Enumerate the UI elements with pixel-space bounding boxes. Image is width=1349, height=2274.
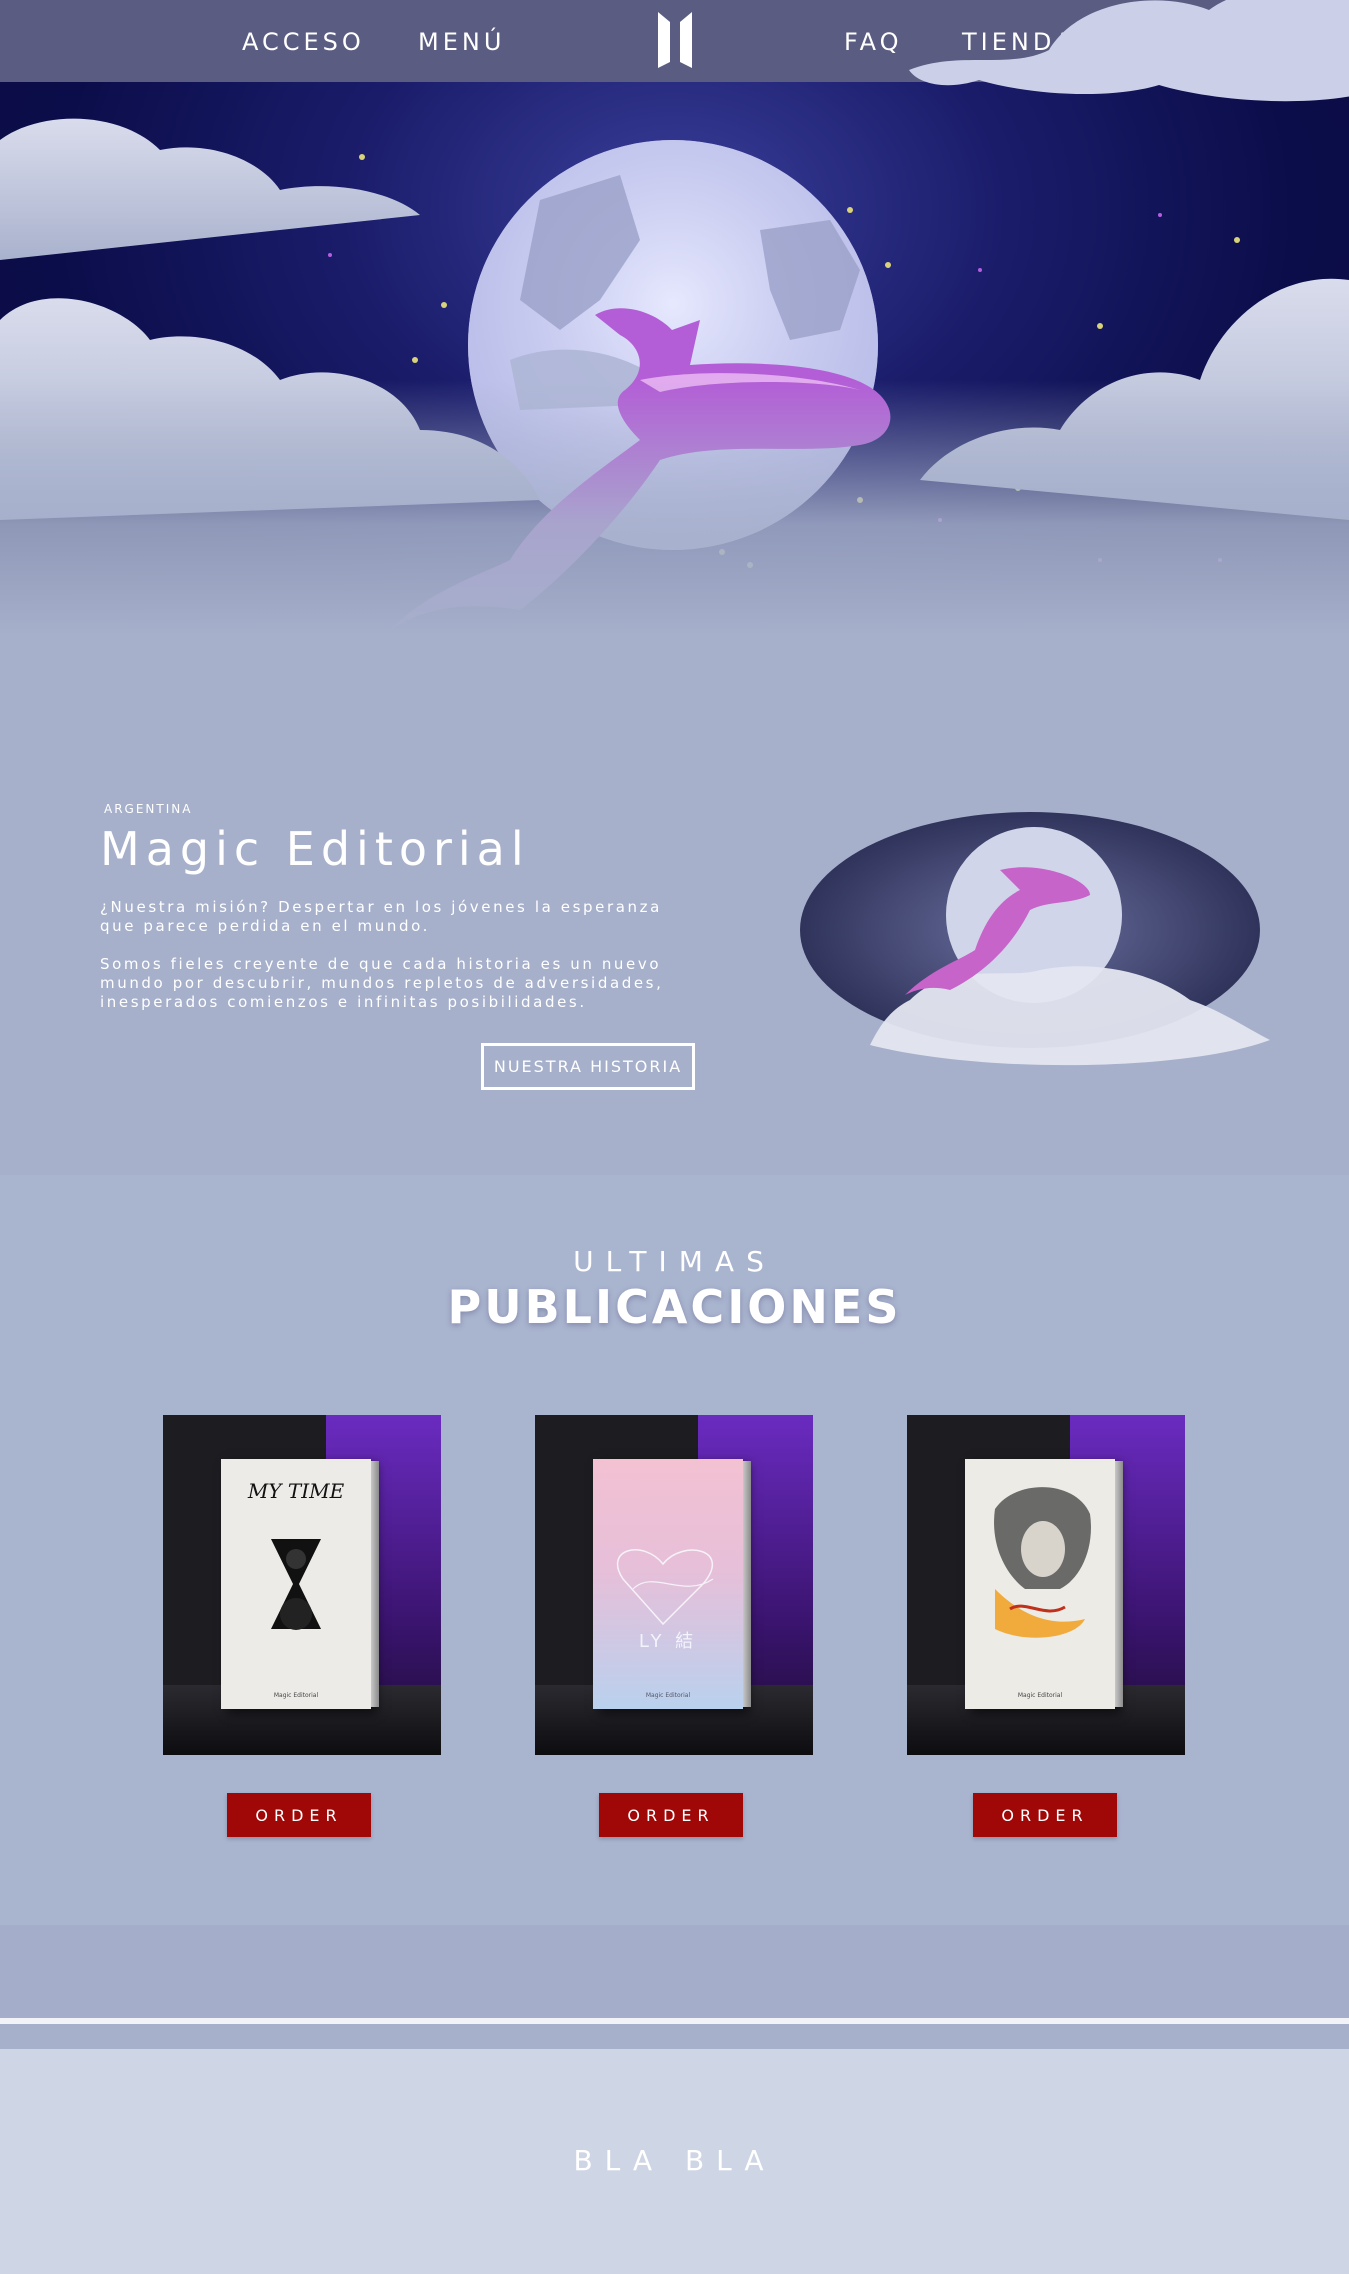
bts-logo-icon[interactable]	[656, 10, 694, 70]
divider	[0, 2018, 1349, 2024]
book-card-my-time[interactable]: MY TIME Magic Editorial	[163, 1415, 441, 1755]
book-cover-title: LY 結	[638, 1631, 698, 1652]
mission-text: ¿Nuestra misión? Despertar en los jóvene…	[100, 898, 662, 935]
nuestra-historia-button[interactable]: NUESTRA HISTORIA	[481, 1043, 695, 1090]
footer-text: BLA BLA	[573, 2144, 776, 2177]
footer: BLA BLA	[0, 2049, 1349, 2274]
portrait-illustration	[994, 1487, 1091, 1638]
whale-moon-image	[800, 812, 1270, 1066]
publisher-mark: Magic Editorial	[1017, 1692, 1063, 1699]
about-section: ARGENTINA Magic Editorial ¿Nuestra misió…	[0, 700, 1349, 1175]
location-label: ARGENTINA	[104, 802, 193, 816]
order-button[interactable]: ORDER	[227, 1793, 371, 1837]
order-button[interactable]: ORDER	[599, 1793, 743, 1837]
publisher-mark: Magic Editorial	[645, 1692, 691, 1699]
order-button[interactable]: ORDER	[973, 1793, 1117, 1837]
cloud	[909, 0, 1349, 102]
nav-faq[interactable]: FAQ	[844, 28, 903, 56]
book-cover: LY 結 Magic Editorial	[593, 1459, 743, 1709]
brand-title: Magic Editorial	[100, 822, 530, 876]
belief-text: Somos fieles creyente de que cada histor…	[100, 955, 664, 1011]
book-cover-title: MY TIME	[247, 1479, 345, 1503]
nav-acceso[interactable]: ACCESO	[242, 28, 365, 56]
hero-fade	[0, 380, 1349, 700]
section-title: PUBLICACIONES	[447, 1280, 902, 1334]
section-eyebrow: ULTIMAS	[573, 1245, 776, 1278]
book-card-portrait[interactable]: Magic Editorial	[907, 1415, 1185, 1755]
book-card-love-yourself[interactable]: LY 結 Magic Editorial	[535, 1415, 813, 1755]
book-cover: MY TIME Magic Editorial	[221, 1459, 371, 1709]
nav-menu[interactable]: MENÚ	[418, 28, 505, 56]
book-cover: Magic Editorial	[965, 1459, 1115, 1709]
publications-section: ULTIMAS PUBLICACIONES MY TIME Magic Edit…	[0, 1175, 1349, 1925]
spacer-band	[0, 1925, 1349, 2020]
publisher-mark: Magic Editorial	[273, 1692, 319, 1699]
hourglass-icon	[271, 1539, 321, 1630]
cloud	[0, 118, 420, 260]
